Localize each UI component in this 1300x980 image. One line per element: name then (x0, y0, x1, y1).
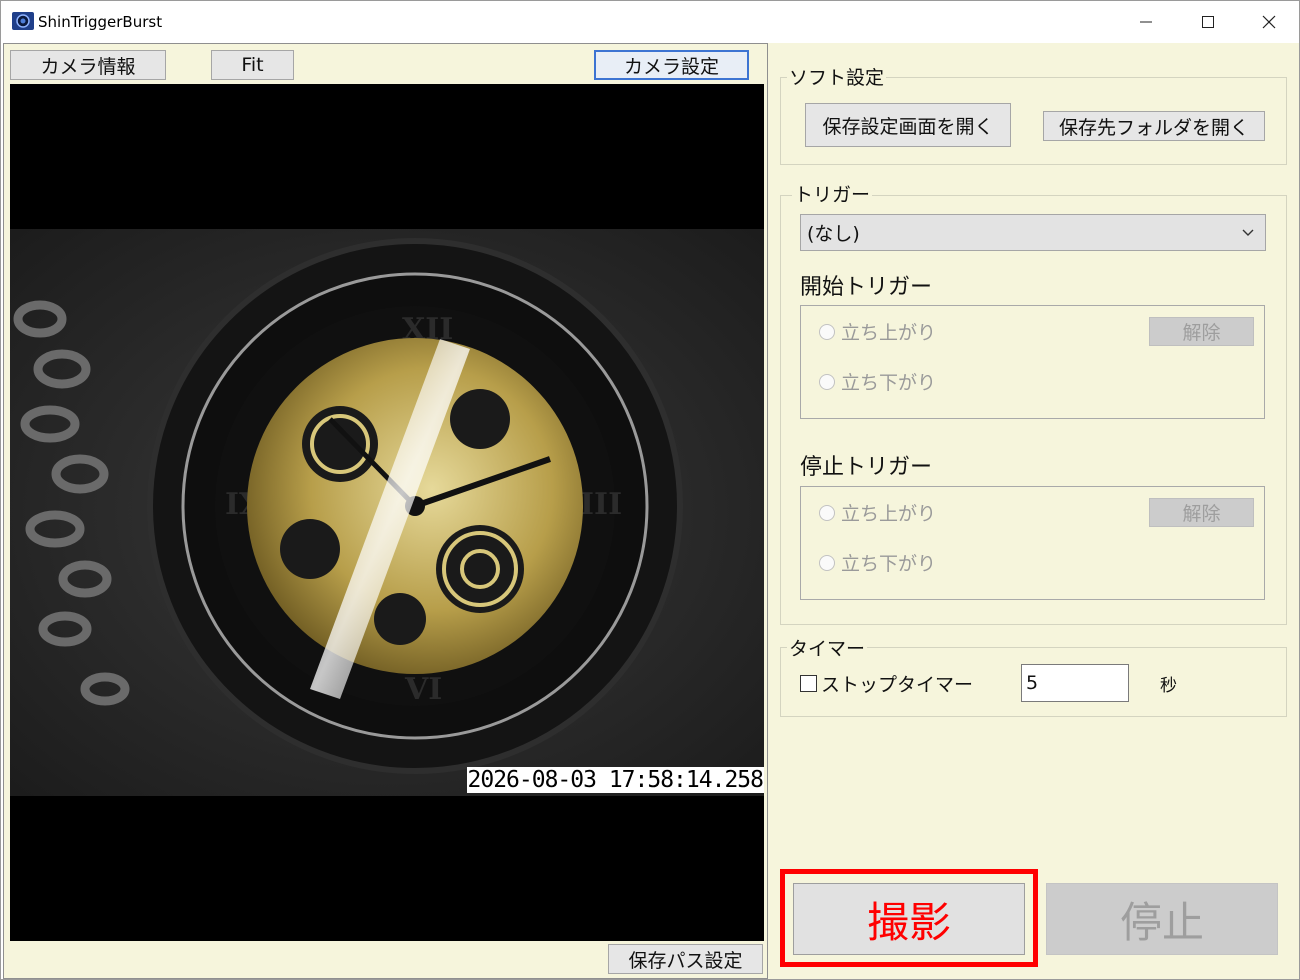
start-release-button[interactable]: 解除 (1149, 317, 1254, 346)
timer-title: タイマー (787, 638, 868, 660)
stop-timer-option[interactable]: ストップタイマー (800, 670, 973, 697)
minimize-button[interactable] (1115, 1, 1177, 43)
save-path-settings-button[interactable]: 保存パス設定 (608, 944, 763, 974)
open-save-folder-button[interactable]: 保存先フォルダを開く (1043, 111, 1265, 141)
svg-text:VI: VI (404, 672, 442, 707)
start-rising-label: 立ち上がり (841, 322, 937, 344)
radio-button[interactable] (819, 504, 835, 521)
camera-viewer[interactable]: XII III VI IX 2026-08-03 17:58:14.258 (10, 84, 764, 941)
stop-falling-option[interactable]: 立ち下がり (819, 549, 936, 576)
open-save-settings-button[interactable]: 保存設定画面を開く (805, 103, 1011, 147)
maximize-button[interactable] (1177, 1, 1239, 43)
stop-release-button[interactable]: 解除 (1149, 498, 1254, 527)
radio-button[interactable] (819, 554, 835, 571)
timer-unit-label: 秒 (1160, 676, 1177, 696)
camera-preview-image: XII III VI IX (10, 229, 764, 796)
stop-falling-label: 立ち下がり (841, 553, 937, 575)
start-trigger-box: 立ち上がり 立ち下がり 解除 (800, 305, 1265, 419)
close-button[interactable] (1238, 1, 1299, 43)
start-falling-label: 立ち下がり (841, 372, 937, 394)
trigger-title: トリガー (792, 184, 873, 206)
start-trigger-title: 開始トリガー (800, 275, 933, 300)
stop-rising-option[interactable]: 立ち上がり (819, 499, 936, 526)
svg-text:III: III (580, 487, 622, 522)
timer-seconds-input[interactable]: 5 (1021, 664, 1129, 702)
title-bar: ShinTriggerBurst (1, 1, 1299, 43)
radio-button[interactable] (819, 323, 835, 340)
stop-trigger-box: 立ち上がり 立ち下がり 解除 (800, 486, 1265, 600)
stop-trigger-title: 停止トリガー (800, 455, 933, 480)
soft-settings-title: ソフト設定 (787, 67, 887, 89)
fit-button[interactable]: Fit (211, 50, 294, 80)
radio-button[interactable] (819, 373, 835, 390)
app-icon (12, 12, 34, 30)
settings-panel: ソフト設定 保存設定画面を開く 保存先フォルダを開く トリガー (なし) 開始ト… (768, 43, 1299, 979)
camera-settings-button[interactable]: カメラ設定 (594, 50, 749, 80)
capture-button[interactable]: 撮影 (793, 883, 1025, 955)
stop-rising-label: 立ち上がり (841, 503, 937, 525)
close-icon (1262, 15, 1276, 29)
timestamp-overlay: 2026-08-03 17:58:14.258 (466, 767, 764, 793)
trigger-select[interactable]: (なし) (800, 214, 1266, 251)
minimize-icon (1140, 21, 1152, 23)
chevron-down-icon (1242, 229, 1254, 236)
maximize-icon (1202, 16, 1214, 28)
stop-timer-checkbox[interactable] (800, 675, 817, 692)
camera-panel: カメラ情報 Fit カメラ設定 XII III VI IX 2026-08-03… (3, 43, 768, 979)
stop-button[interactable]: 停止 (1046, 883, 1278, 955)
start-rising-option[interactable]: 立ち上がり (819, 318, 936, 345)
camera-info-button[interactable]: カメラ情報 (10, 50, 166, 80)
start-falling-option[interactable]: 立ち下がり (819, 368, 936, 395)
stop-timer-label: ストップタイマー (821, 674, 974, 696)
trigger-select-value: (なし) (807, 223, 860, 245)
window-title: ShinTriggerBurst (38, 13, 163, 31)
app-window: ShinTriggerBurst カメラ情報 Fit カメラ設定 XII III… (0, 0, 1300, 980)
